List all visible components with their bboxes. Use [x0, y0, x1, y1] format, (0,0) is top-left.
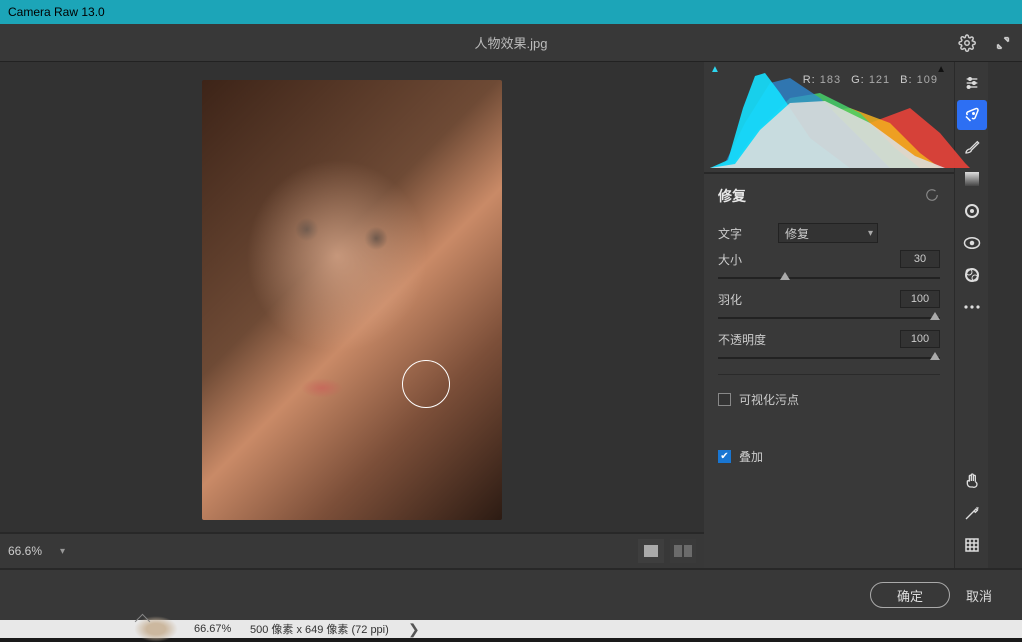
visualize-label: 可视化污点 [739, 391, 799, 408]
opacity-slider-row: 不透明度 100 [704, 324, 954, 364]
compare-view-button[interactable] [670, 539, 696, 563]
size-slider-row: 大小 30 [704, 244, 954, 284]
window-titlebar[interactable]: Camera Raw 13.0 [0, 0, 1022, 24]
feather-slider-row: 羽化 100 [704, 284, 954, 324]
feather-value-input[interactable]: 100 [900, 290, 940, 308]
heal-type-select[interactable]: 修复 [778, 223, 878, 243]
size-value-input[interactable]: 30 [900, 250, 940, 268]
visualize-checkbox[interactable] [718, 393, 731, 406]
panel-area: ▲ ▲ R: 183 G: 121 B: 109 [704, 62, 954, 568]
fullscreen-icon[interactable] [990, 30, 1016, 56]
zoom-dropdown-icon[interactable]: ▾ [60, 546, 65, 557]
main-column: 66.6% ▾ [0, 62, 704, 568]
preview-image [202, 80, 502, 520]
heal-type-label: 文字 [718, 225, 778, 242]
image-canvas[interactable] [0, 62, 704, 532]
header-actions [954, 30, 1016, 56]
dialog-footer: 确定 取消 [0, 568, 1022, 620]
magic-icon[interactable] [957, 498, 987, 528]
file-name: 人物效果.jpg [475, 33, 548, 52]
histogram-panel[interactable]: ▲ ▲ R: 183 G: 121 B: 109 [704, 62, 954, 174]
hand-icon[interactable] [957, 466, 987, 496]
opacity-label: 不透明度 [718, 331, 766, 348]
panel-divider [718, 374, 940, 375]
feather-label: 羽化 [718, 291, 742, 308]
status-dimensions[interactable]: 500 像素 x 649 像素 (72 ppi) [240, 621, 399, 637]
heal-panel: 修复 文字 修复 大小 30 [704, 174, 954, 568]
grid-icon[interactable] [957, 530, 987, 560]
file-header: 人物效果.jpg [0, 24, 1022, 62]
snapshot-icon[interactable] [957, 260, 987, 290]
redeye-icon[interactable] [957, 228, 987, 258]
status-zoom[interactable]: 66.67% [184, 623, 241, 635]
single-view-button[interactable] [638, 539, 664, 563]
cancel-button[interactable]: 取消 [966, 586, 992, 605]
side-column: ▲ ▲ R: 183 G: 121 B: 109 [704, 62, 988, 568]
histogram-graph [710, 68, 970, 168]
status-thumb-icon [134, 616, 178, 642]
size-label: 大小 [718, 251, 742, 268]
overlay-checkbox[interactable]: ✔ [718, 450, 731, 463]
status-caret-icon[interactable]: ❯ [408, 621, 420, 638]
zoom-level[interactable]: 66.6% [8, 544, 56, 558]
host-statusbar: 66.67% 500 像素 x 649 像素 (72 ppi) ❯ [0, 620, 1022, 638]
opacity-value-input[interactable]: 100 [900, 330, 940, 348]
window-title: Camera Raw 13.0 [8, 5, 105, 19]
size-slider[interactable] [718, 272, 940, 284]
radial-icon[interactable] [957, 196, 987, 226]
heal-type-row: 文字 修复 [704, 216, 954, 244]
content-row: 66.6% ▾ ▲ ▲ R: 183 [0, 62, 1022, 568]
graduated-icon[interactable] [957, 164, 987, 194]
app-frame: 人物效果.jpg 66.6% ▾ [0, 24, 1022, 620]
ok-button[interactable]: 确定 [870, 582, 950, 608]
visualize-row[interactable]: 可视化污点 [704, 385, 954, 414]
preset-more-icon[interactable] [957, 292, 987, 322]
feather-slider[interactable] [718, 312, 940, 324]
panel-reset-icon[interactable] [924, 188, 940, 205]
overlay-label: 叠加 [739, 448, 763, 465]
overlay-row[interactable]: ✔ 叠加 [704, 442, 954, 471]
opacity-slider[interactable] [718, 352, 940, 364]
zoom-bar: 66.6% ▾ [0, 532, 704, 568]
healing-cursor-circle [402, 360, 450, 408]
panel-title: 修复 [718, 186, 746, 206]
settings-icon[interactable] [954, 30, 980, 56]
